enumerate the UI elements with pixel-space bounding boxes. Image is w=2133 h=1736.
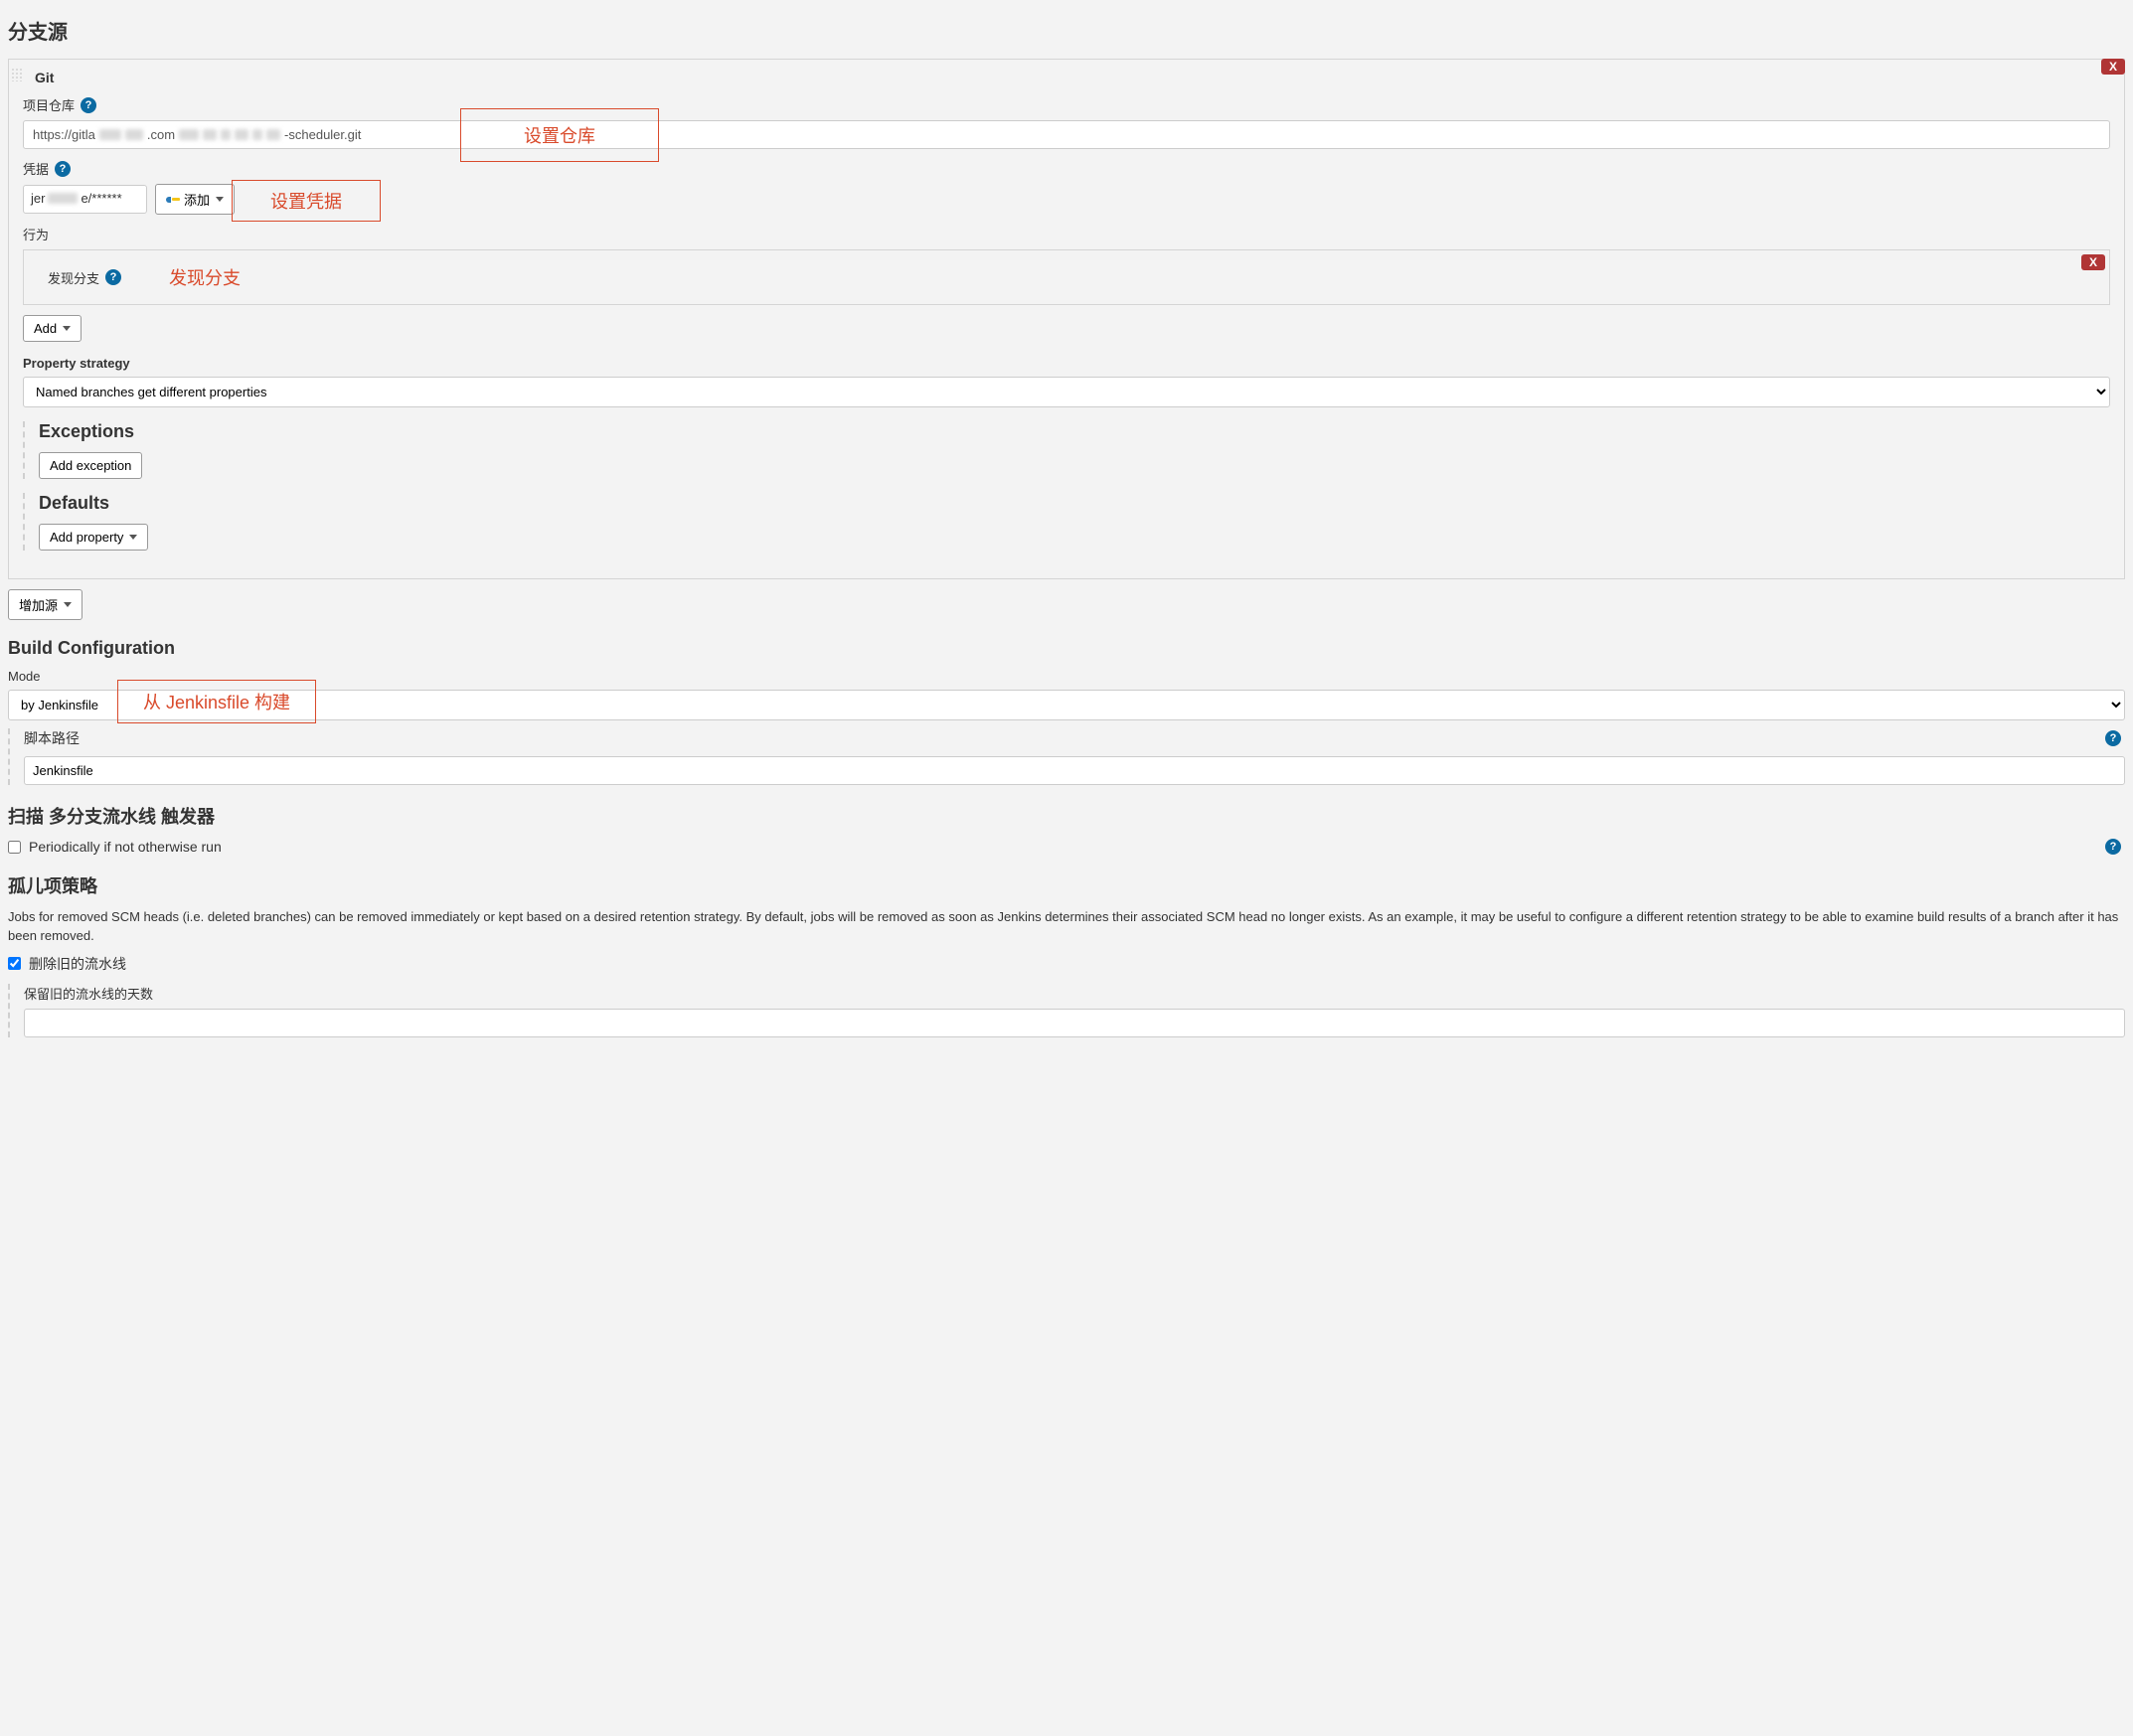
periodic-label: Periodically if not otherwise run [29, 839, 222, 855]
behaviour-label: 行为 [23, 225, 2110, 243]
days-keep-input[interactable] [24, 1009, 2125, 1037]
mode-label: Mode [8, 669, 2125, 684]
chevron-down-icon [63, 326, 71, 331]
script-path-label: 脚本路径 [24, 728, 80, 748]
help-icon[interactable]: ? [81, 97, 96, 113]
help-icon[interactable]: ? [2105, 839, 2121, 855]
project-repo-label: 项目仓库 ? [23, 95, 2110, 114]
credentials-select[interactable]: placeholder [23, 185, 147, 214]
chevron-down-icon [64, 602, 72, 607]
periodic-checkbox[interactable] [8, 841, 21, 854]
repo-blurred-value: https://gitla .com -scheduler.git [33, 127, 361, 142]
credentials-label: 凭据 ? [23, 159, 2110, 178]
days-keep-label: 保留旧的流水线的天数 [24, 984, 2125, 1003]
branch-sources-title: 分支源 [8, 16, 2125, 45]
defaults-title: Defaults [39, 493, 2110, 514]
help-icon[interactable]: ? [105, 269, 121, 285]
defaults-block: Defaults Add property [23, 493, 2110, 551]
annot-set-cred: 设置凭据 [232, 180, 381, 222]
discard-old-checkbox[interactable] [8, 957, 21, 970]
annot-discover: 发现分支 [157, 260, 252, 294]
orphan-desc: Jobs for removed SCM heads (i.e. deleted… [8, 908, 2125, 946]
git-source-block: X Git 项目仓库 ? https://gitla .com -schedul… [8, 59, 2125, 579]
add-behaviour-button[interactable]: Add [23, 315, 82, 342]
git-title: Git [35, 70, 2110, 85]
discard-old-label: 删除旧的流水线 [29, 954, 126, 974]
property-strategy-select[interactable]: Named branches get different properties [23, 377, 2110, 407]
add-credentials-button[interactable]: 添加 [155, 184, 235, 215]
build-config-title: Build Configuration [8, 638, 2125, 659]
discover-branches-block: X 发现分支 ? 发现分支 [23, 249, 2110, 305]
drag-handle-icon[interactable] [11, 68, 23, 81]
chevron-down-icon [129, 535, 137, 540]
help-icon[interactable]: ? [2105, 730, 2121, 746]
exceptions-title: Exceptions [39, 421, 2110, 442]
add-source-button[interactable]: 增加源 [8, 589, 82, 620]
exceptions-block: Exceptions Add exception [23, 421, 2110, 479]
delete-behaviour-button[interactable]: X [2081, 254, 2105, 270]
chevron-down-icon [216, 197, 224, 202]
help-icon[interactable]: ? [55, 161, 71, 177]
mode-select[interactable]: by Jenkinsfile [8, 690, 2125, 720]
delete-source-button[interactable]: X [2101, 59, 2125, 75]
add-exception-button[interactable]: Add exception [39, 452, 142, 479]
orphan-strategy-title: 孤儿项策略 [8, 872, 2125, 898]
property-strategy-label: Property strategy [23, 356, 2110, 371]
discover-branches-label: 发现分支 [48, 268, 99, 287]
script-path-input[interactable] [24, 756, 2125, 785]
add-property-button[interactable]: Add property [39, 524, 148, 551]
scan-triggers-title: 扫描 多分支流水线 触发器 [8, 803, 2125, 829]
key-icon [166, 197, 178, 203]
